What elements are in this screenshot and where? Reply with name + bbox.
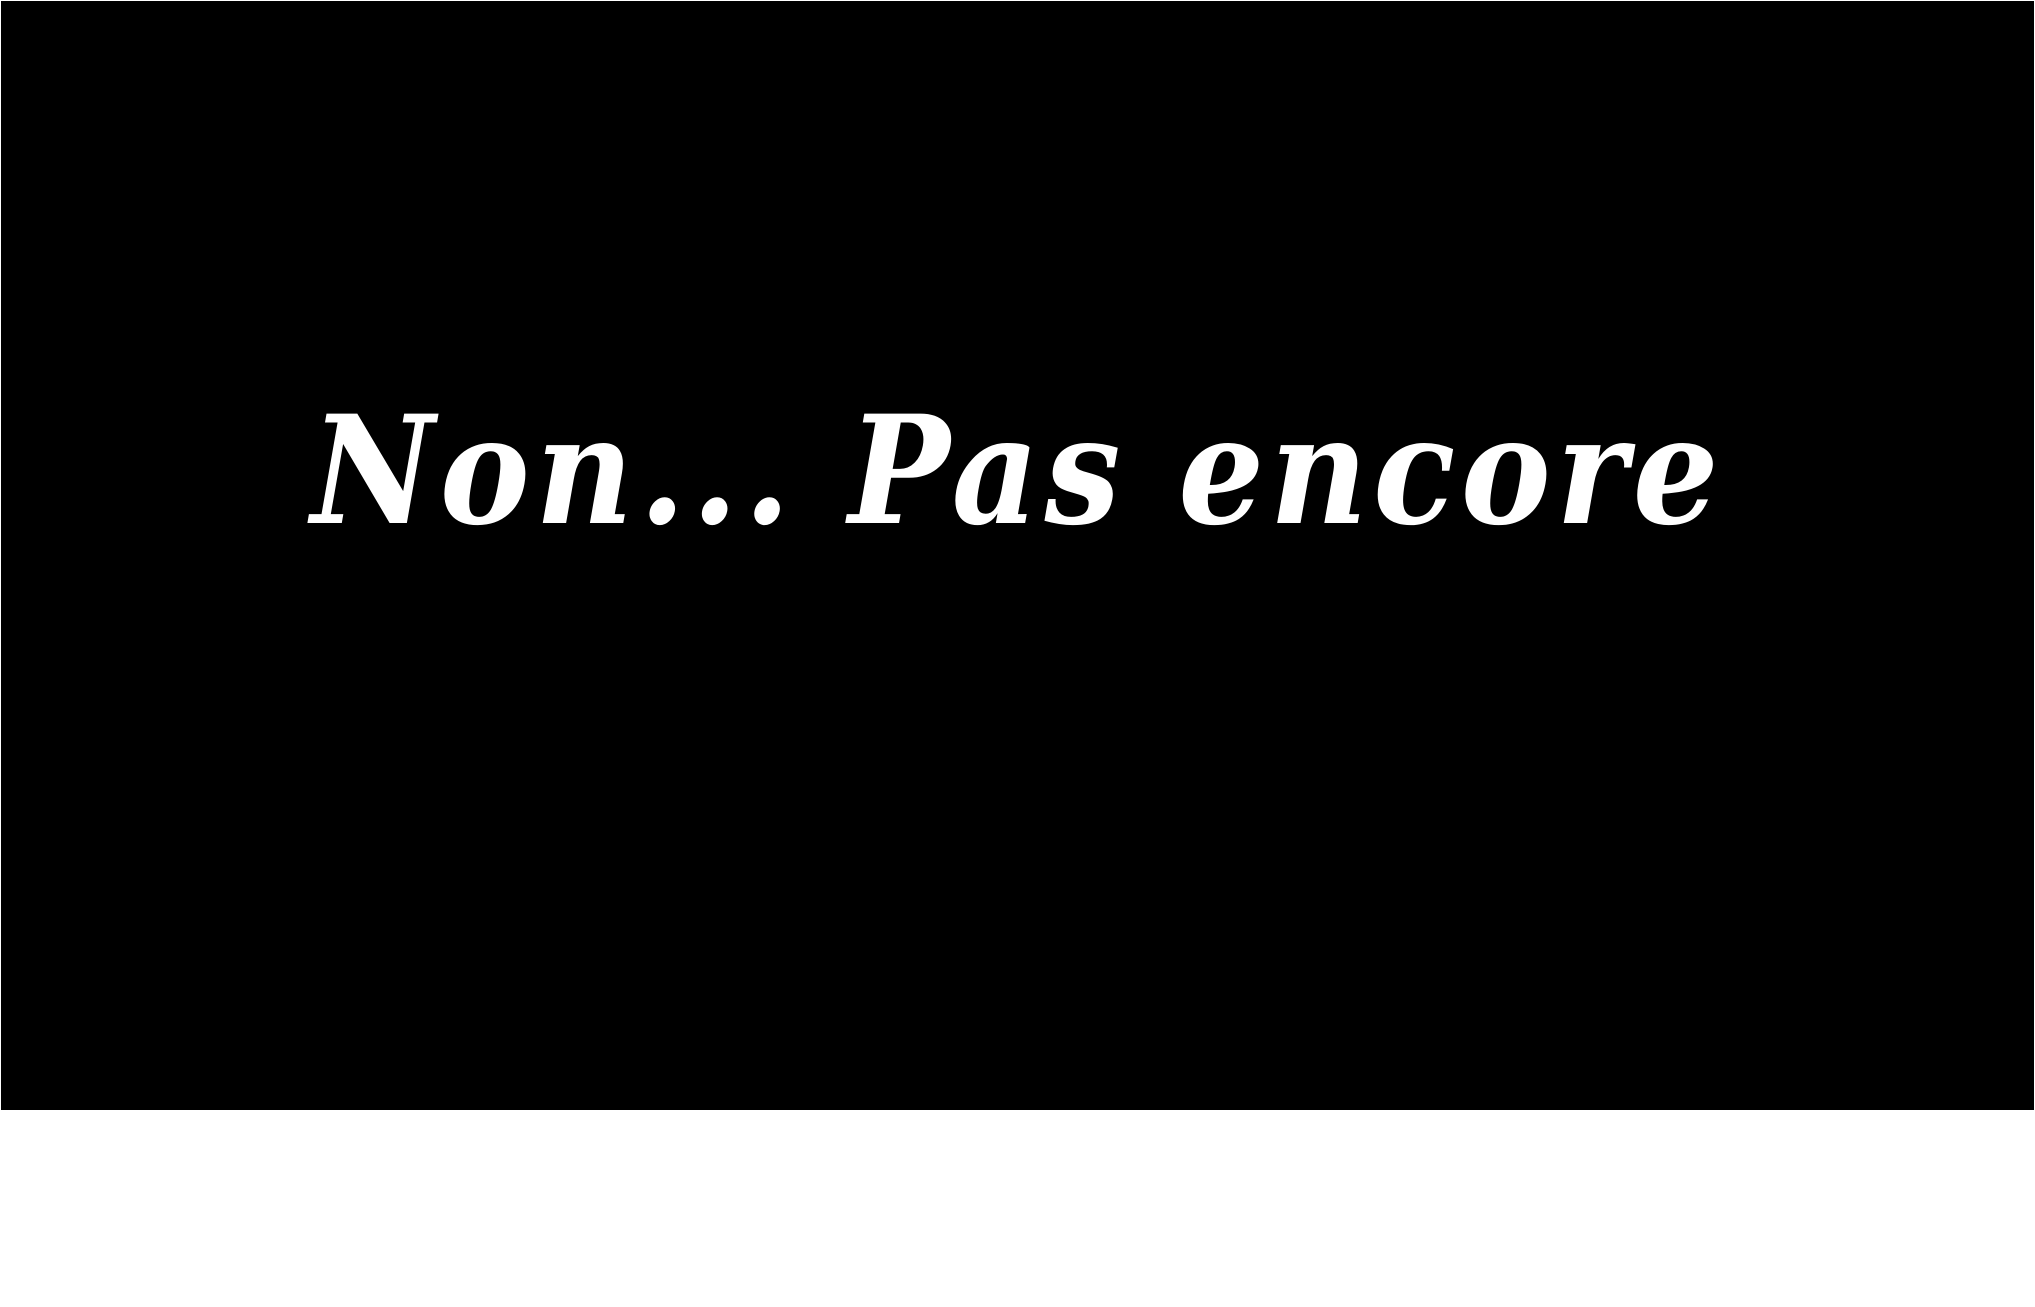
message-text: Non... Pas encore [310, 383, 1725, 559]
black-screen: Non... Pas encore [1, 1, 2034, 1110]
blank-area [0, 1111, 2035, 1307]
